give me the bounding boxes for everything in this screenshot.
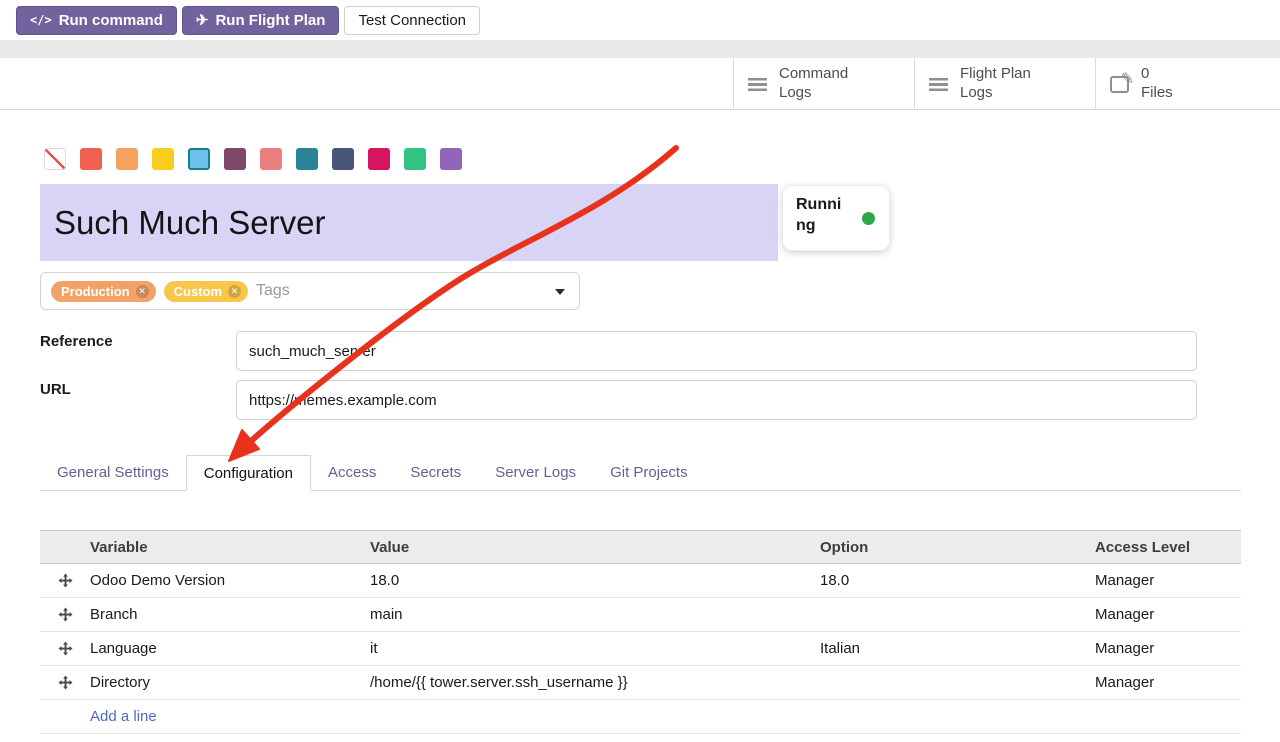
- test-connection-label: Test Connection: [358, 12, 466, 29]
- files-button[interactable]: ✎ 0 Files: [1095, 58, 1280, 110]
- flight-plan-logs-button[interactable]: Flight Plan Logs: [914, 58, 1095, 110]
- color-swatch[interactable]: [332, 148, 354, 170]
- smart-buttons: Command Logs Flight Plan Logs ✎ 0 Files: [733, 58, 1280, 110]
- table-row[interactable]: Directory /home/{{ tower.server.ssh_user…: [40, 666, 1241, 700]
- notebook-tabs: General Settings Configuration Access Se…: [40, 455, 1241, 491]
- command-logs-line2: Logs: [779, 84, 848, 103]
- list-icon: [748, 78, 767, 91]
- tag-custom-label: Custom: [174, 284, 222, 299]
- cell-value[interactable]: it: [370, 640, 820, 657]
- url-label: URL: [40, 381, 71, 398]
- test-connection-button[interactable]: Test Connection: [344, 6, 480, 35]
- action-toolbar: </> Run command ✈ Run Flight Plan Test C…: [0, 0, 1280, 40]
- tab-general-settings[interactable]: General Settings: [40, 455, 186, 490]
- flight-plan-logs-line2: Logs: [960, 84, 1031, 103]
- server-name-value: Such Much Server: [54, 204, 325, 242]
- color-swatch-none[interactable]: [44, 148, 66, 170]
- table-row[interactable]: Odoo Demo Version 18.0 18.0 Manager: [40, 564, 1241, 598]
- tab-secrets[interactable]: Secrets: [393, 455, 478, 490]
- tags-field[interactable]: Production ✕ Custom ✕ Tags: [40, 272, 580, 310]
- tags-placeholder: Tags: [256, 282, 290, 300]
- cell-value[interactable]: main: [370, 606, 820, 623]
- run-command-label: Run command: [59, 12, 163, 29]
- color-swatch[interactable]: [440, 148, 462, 170]
- server-form-page: </> Run command ✈ Run Flight Plan Test C…: [0, 0, 1280, 742]
- color-swatch[interactable]: [404, 148, 426, 170]
- color-swatch[interactable]: [296, 148, 318, 170]
- list-icon: [929, 78, 948, 91]
- tab-access[interactable]: Access: [311, 455, 393, 490]
- add-line-row: Add a line: [40, 700, 1241, 734]
- tab-git-projects[interactable]: Git Projects: [593, 455, 705, 490]
- cell-access[interactable]: Manager: [1095, 640, 1241, 657]
- cell-variable[interactable]: Language: [90, 640, 370, 657]
- run-flight-plan-label: Run Flight Plan: [215, 12, 325, 29]
- drag-handle-icon[interactable]: [40, 675, 90, 690]
- cell-variable[interactable]: Directory: [90, 674, 370, 691]
- color-picker: [44, 148, 462, 170]
- run-flight-plan-button[interactable]: ✈ Run Flight Plan: [182, 6, 340, 35]
- flight-plan-logs-line1: Flight Plan: [960, 65, 1031, 84]
- command-logs-line1: Command: [779, 65, 848, 84]
- tag-custom[interactable]: Custom ✕: [164, 281, 248, 302]
- files-label: Files: [1141, 84, 1173, 103]
- tab-server-logs[interactable]: Server Logs: [478, 455, 593, 490]
- chevron-down-icon[interactable]: [555, 289, 565, 295]
- table-header: Variable Value Option Access Level: [40, 530, 1241, 564]
- pencil-icon: ✎: [1121, 69, 1134, 89]
- tag-production[interactable]: Production ✕: [51, 281, 156, 302]
- tag-production-label: Production: [61, 284, 130, 299]
- tab-configuration[interactable]: Configuration: [186, 455, 311, 491]
- files-count: 0: [1141, 65, 1173, 84]
- color-swatch[interactable]: [260, 148, 282, 170]
- color-swatch[interactable]: [368, 148, 390, 170]
- cell-value[interactable]: 18.0: [370, 572, 820, 589]
- remove-tag-icon[interactable]: ✕: [228, 285, 241, 298]
- record-header: Command Logs Flight Plan Logs ✎ 0 Files: [0, 58, 1280, 110]
- status-label: Running: [796, 195, 846, 237]
- cell-access[interactable]: Manager: [1095, 674, 1241, 691]
- remove-tag-icon[interactable]: ✕: [136, 285, 149, 298]
- variables-table: Variable Value Option Access Level Odoo …: [40, 530, 1241, 734]
- run-command-button[interactable]: </> Run command: [16, 6, 177, 35]
- cell-access[interactable]: Manager: [1095, 606, 1241, 623]
- server-name-field[interactable]: Such Much Server: [40, 184, 778, 261]
- color-swatch-selected[interactable]: [188, 148, 210, 170]
- cell-variable[interactable]: Odoo Demo Version: [90, 572, 370, 589]
- plane-icon: ✈: [196, 13, 209, 28]
- col-access-level: Access Level: [1095, 539, 1241, 556]
- table-row[interactable]: Branch main Manager: [40, 598, 1241, 632]
- drag-handle-icon[interactable]: [40, 641, 90, 656]
- col-variable: Variable: [90, 539, 370, 556]
- add-a-line-link[interactable]: Add a line: [90, 708, 157, 725]
- col-option: Option: [820, 539, 1095, 556]
- separator-band: [0, 40, 1280, 58]
- command-logs-button[interactable]: Command Logs: [733, 58, 914, 110]
- cell-value[interactable]: /home/{{ tower.server.ssh_username }}: [370, 674, 820, 691]
- color-swatch[interactable]: [80, 148, 102, 170]
- color-swatch[interactable]: [152, 148, 174, 170]
- drag-handle-icon[interactable]: [40, 573, 90, 588]
- status-dot-icon: [862, 212, 875, 225]
- edit-icon: ✎: [1110, 76, 1129, 93]
- cell-option[interactable]: 18.0: [820, 572, 1095, 589]
- col-value: Value: [370, 539, 820, 556]
- cell-variable[interactable]: Branch: [90, 606, 370, 623]
- color-swatch[interactable]: [224, 148, 246, 170]
- drag-handle-icon[interactable]: [40, 607, 90, 622]
- reference-input[interactable]: [236, 331, 1197, 371]
- cell-access[interactable]: Manager: [1095, 572, 1241, 589]
- url-input[interactable]: [236, 380, 1197, 420]
- reference-label: Reference: [40, 333, 113, 350]
- color-swatch[interactable]: [116, 148, 138, 170]
- status-badge[interactable]: Running: [782, 185, 890, 251]
- code-icon: </>: [30, 13, 52, 27]
- table-row[interactable]: Language it Italian Manager: [40, 632, 1241, 666]
- cell-option[interactable]: Italian: [820, 640, 1095, 657]
